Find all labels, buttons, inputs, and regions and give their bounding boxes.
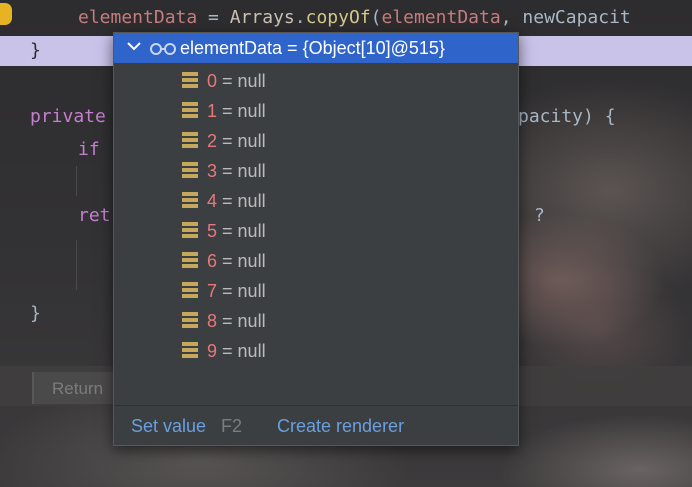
chevron-down-icon[interactable] xyxy=(124,36,144,56)
element-index: 9 xyxy=(207,341,218,361)
element-index: 2 xyxy=(207,131,218,151)
element-index: 4 xyxy=(207,191,218,211)
element-index: 8 xyxy=(207,311,218,331)
array-element-icon xyxy=(182,342,198,358)
element-value: = null xyxy=(222,221,266,241)
element-value: = null xyxy=(222,101,266,121)
code-line-tail-capacity: pacity) { xyxy=(518,106,616,127)
code-closing-brace-2: } xyxy=(30,303,41,324)
list-item[interactable]: 2 = null xyxy=(114,127,518,157)
debugger-value-popup[interactable]: elementData = {Object[10]@515} 0 = null … xyxy=(113,32,519,446)
list-item[interactable]: 1 = null xyxy=(114,97,518,127)
element-index: 1 xyxy=(207,101,218,121)
glasses-icon xyxy=(150,43,176,55)
element-index: 7 xyxy=(207,281,218,301)
list-item[interactable]: 6 = null xyxy=(114,247,518,277)
code-closing-brace: } xyxy=(30,40,41,61)
array-element-icon xyxy=(182,162,198,178)
element-value: = null xyxy=(222,251,266,271)
list-item[interactable]: 9 = null xyxy=(114,337,518,367)
code-arg-separator: , xyxy=(500,7,523,28)
element-value: = null xyxy=(222,341,266,361)
return-hint-text: Return xyxy=(52,379,104,398)
element-value: = null xyxy=(222,71,266,91)
code-dot: . xyxy=(294,7,306,28)
array-element-list: 0 = null 1 = null 2 = null 3 = null 4 = … xyxy=(114,67,518,367)
list-item[interactable]: 8 = null xyxy=(114,307,518,337)
list-item[interactable]: 4 = null xyxy=(114,187,518,217)
element-value: = null xyxy=(222,311,266,331)
set-value-link[interactable]: Set value xyxy=(131,416,206,437)
code-arg-elementdata: elementData xyxy=(381,7,501,28)
indent-guide xyxy=(76,166,77,196)
array-element-icon xyxy=(182,132,198,148)
element-index: 6 xyxy=(207,251,218,271)
popup-header-text: elementData = {Object[10]@515} xyxy=(180,38,445,58)
list-item[interactable]: 0 = null xyxy=(114,67,518,97)
element-index: 5 xyxy=(207,221,218,241)
indent-guide-2 xyxy=(76,240,77,290)
list-item[interactable]: 7 = null xyxy=(114,277,518,307)
array-element-icon xyxy=(182,192,198,208)
code-keyword-return: ret xyxy=(78,205,111,226)
element-index: 0 xyxy=(207,71,218,91)
code-var-elementdata: elementData xyxy=(78,7,198,28)
popup-header-row[interactable]: elementData = {Object[10]@515} xyxy=(114,33,518,63)
element-value: = null xyxy=(222,191,266,211)
list-item[interactable]: 3 = null xyxy=(114,157,518,187)
element-value: = null xyxy=(222,281,266,301)
array-element-icon xyxy=(182,72,198,88)
element-value: = null xyxy=(222,161,266,181)
element-value: = null xyxy=(222,131,266,151)
code-arg-newcapacity: newCapacit xyxy=(522,7,631,28)
array-element-icon xyxy=(182,222,198,238)
code-paren-open: ( xyxy=(370,7,382,28)
code-method-copyof: copyOf xyxy=(305,7,371,28)
create-renderer-link[interactable]: Create renderer xyxy=(277,416,404,437)
element-index: 3 xyxy=(207,161,218,181)
code-assign-op: = xyxy=(197,7,230,28)
code-keyword-private: private xyxy=(30,106,106,127)
code-line-copyof: elementData = Arrays.copyOf(elementData,… xyxy=(78,7,631,29)
shortcut-hint: F2 xyxy=(221,416,243,436)
code-keyword-if: if xyxy=(78,139,100,160)
lightbulb-base xyxy=(1,22,9,24)
popup-footer: Set value F2 Create renderer xyxy=(114,405,518,445)
list-item[interactable]: 5 = null xyxy=(114,217,518,247)
array-element-icon xyxy=(182,252,198,268)
array-element-icon xyxy=(182,102,198,118)
code-ternary-operator: ? xyxy=(534,205,545,226)
code-class-arrays: Arrays xyxy=(229,7,295,28)
array-element-icon xyxy=(182,312,198,328)
array-element-icon xyxy=(182,282,198,298)
